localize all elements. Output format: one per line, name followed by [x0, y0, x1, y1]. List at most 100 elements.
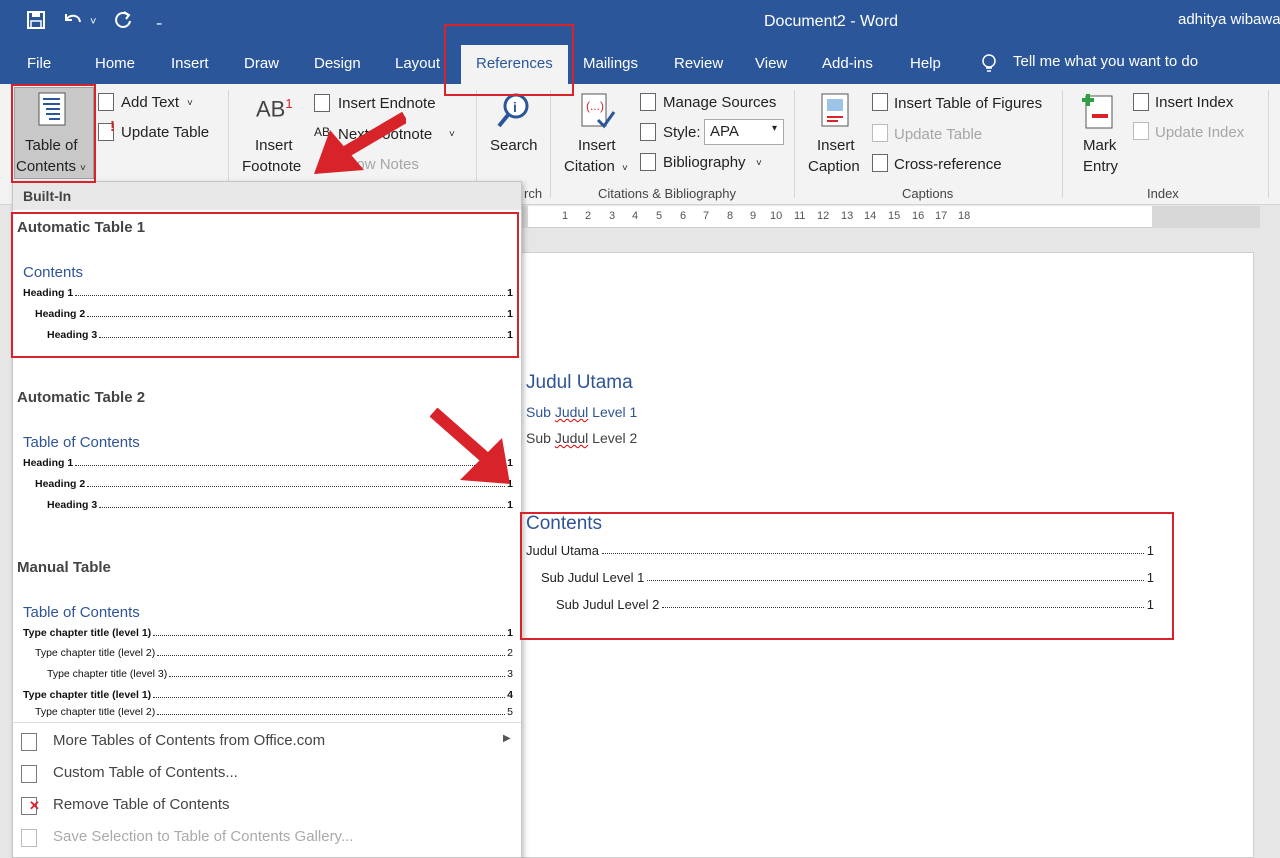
inserted-toc-highlight [520, 512, 1174, 640]
exclamation-icon: ! [110, 118, 115, 135]
ruler-mark: 11 [794, 210, 806, 222]
tab-insert[interactable]: Insert [171, 55, 209, 72]
preview-row-partial: Type chapter title (level 2) 5 [35, 708, 513, 718]
automatic-table-1-highlight [11, 212, 519, 358]
citation-style-select[interactable]: APA ▾ [704, 119, 784, 145]
tab-draw[interactable]: Draw [244, 55, 279, 72]
insert-footnote-label-1[interactable]: Insert [255, 137, 293, 155]
custom-toc-icon [21, 765, 37, 783]
heading-sub1-part-c: Level 1 [588, 404, 638, 420]
heading-sub2-part-c: Level 2 [588, 430, 638, 446]
preview-dot-leader [153, 697, 506, 698]
citation-style-value: APA [710, 123, 739, 140]
tab-file[interactable]: File [27, 55, 51, 72]
manual-table-contents-title: Table of Contents [23, 604, 140, 621]
preview-row-text: Heading 2 [35, 478, 86, 490]
chevron-down-icon: ˅ [622, 163, 628, 174]
undo-dropdown-icon[interactable]: ˅ [90, 10, 96, 34]
update-table-figures-icon [872, 124, 888, 142]
manage-sources-button[interactable]: Manage Sources [663, 94, 776, 112]
custom-table-of-contents-item[interactable]: Custom Table of Contents... [53, 764, 238, 781]
tab-home[interactable]: Home [95, 55, 135, 72]
save-selection-icon [21, 829, 37, 847]
heading-sub-judul-level-1[interactable]: Sub Judul Level 1 [526, 404, 637, 420]
heading-sub-judul-level-2[interactable]: Sub Judul Level 2 [526, 430, 637, 446]
search-icon: i [496, 92, 532, 135]
update-table-figures-button[interactable]: Update Table [894, 126, 982, 144]
ruler-mark: 4 [632, 210, 639, 222]
automatic-table-2-contents-title: Table of Contents [23, 434, 140, 451]
tab-view[interactable]: View [755, 55, 787, 72]
manage-sources-icon [640, 93, 656, 111]
undo-icon[interactable] [62, 10, 84, 36]
insert-footnote-label-2[interactable]: Footnote [242, 158, 301, 176]
tab-review[interactable]: Review [674, 55, 723, 72]
insert-caption-label-2[interactable]: Caption [808, 158, 860, 176]
ruler-mark: 2 [585, 210, 592, 222]
preview-dot-leader [153, 635, 506, 636]
add-text-icon [98, 93, 114, 111]
insert-index-icon [1133, 93, 1149, 111]
dropdown-arrow-icon: ▾ [771, 123, 777, 134]
tab-layout[interactable]: Layout [395, 55, 440, 72]
preview-dot-leader [157, 655, 506, 656]
preview-row: Type chapter title (level 1) 4 [23, 687, 513, 701]
preview-row-page: 2 [507, 647, 513, 659]
preview-row-page: 3 [507, 668, 513, 680]
lightbulb-icon [980, 53, 998, 80]
insert-footnote-icon: AB1 [256, 96, 293, 122]
preview-row-page: 1 [507, 499, 513, 511]
add-text-button[interactable]: Add Text [121, 94, 179, 112]
ruler-mark: 10 [770, 210, 783, 222]
insert-caption-label-1[interactable]: Insert [817, 137, 855, 155]
built-in-section-header: Built-In [13, 182, 521, 210]
ruler-mark: 12 [817, 210, 830, 222]
ruler-mark: 7 [703, 210, 710, 222]
redo-icon[interactable] [113, 10, 133, 36]
insert-citation-label-1[interactable]: Insert [578, 137, 616, 155]
customize-qat-icon[interactable]: ₌ [156, 10, 162, 34]
mark-entry-label-1[interactable]: Mark [1083, 137, 1116, 155]
svg-text:i: i [513, 99, 517, 115]
insert-table-of-figures-icon [872, 93, 888, 111]
group-separator [550, 90, 551, 198]
cross-reference-button[interactable]: Cross-reference [894, 156, 1002, 174]
annotation-arrow-icon [430, 408, 510, 484]
preview-dot-leader [99, 507, 506, 508]
preview-dot-leader [157, 714, 506, 715]
ruler-mark: 18 [958, 210, 971, 222]
style-icon [640, 123, 656, 141]
update-index-button[interactable]: Update Index [1155, 124, 1244, 142]
document-title: Document2 - Word [764, 13, 898, 30]
ruler-mark: 17 [935, 210, 948, 222]
heading-judul-utama[interactable]: Judul Utama [526, 372, 633, 394]
update-index-icon [1133, 122, 1149, 140]
tab-mailings[interactable]: Mailings [583, 55, 638, 72]
update-table-button[interactable]: Update Table [121, 124, 209, 142]
tell-me-search[interactable]: Tell me what you want to do [1013, 53, 1198, 70]
insert-endnote-button[interactable]: Insert Endnote [338, 95, 436, 113]
insert-citation-label-2[interactable]: Citation [564, 158, 615, 176]
tab-add-ins[interactable]: Add-ins [822, 55, 873, 72]
more-tables-of-contents-item[interactable]: More Tables of Contents from Office.com [53, 732, 325, 749]
ruler-mark: 3 [609, 210, 616, 222]
save-selection-to-gallery-item[interactable]: Save Selection to Table of Contents Gall… [53, 828, 353, 845]
insert-table-of-figures-button[interactable]: Insert Table of Figures [894, 95, 1042, 113]
chevron-down-icon: ˅ [187, 98, 193, 109]
save-icon[interactable] [26, 10, 46, 36]
tab-help[interactable]: Help [910, 55, 941, 72]
remove-table-of-contents-item[interactable]: Remove Table of Contents [53, 796, 230, 813]
annotation-arrow-icon [314, 112, 406, 174]
insert-index-button[interactable]: Insert Index [1155, 94, 1233, 112]
user-name[interactable]: adhitya wibawa [1178, 11, 1280, 28]
group-separator [794, 90, 795, 198]
references-tab-highlight [444, 24, 574, 96]
bibliography-button[interactable]: Bibliography [663, 154, 746, 172]
tab-design[interactable]: Design [314, 55, 361, 72]
insert-citation-icon: (...) [580, 92, 616, 135]
cross-reference-icon [872, 154, 888, 172]
search-button[interactable]: Search [490, 137, 538, 155]
ruler-mark: 6 [680, 210, 687, 222]
menu-divider [13, 722, 521, 723]
mark-entry-label-2[interactable]: Entry [1083, 158, 1118, 176]
